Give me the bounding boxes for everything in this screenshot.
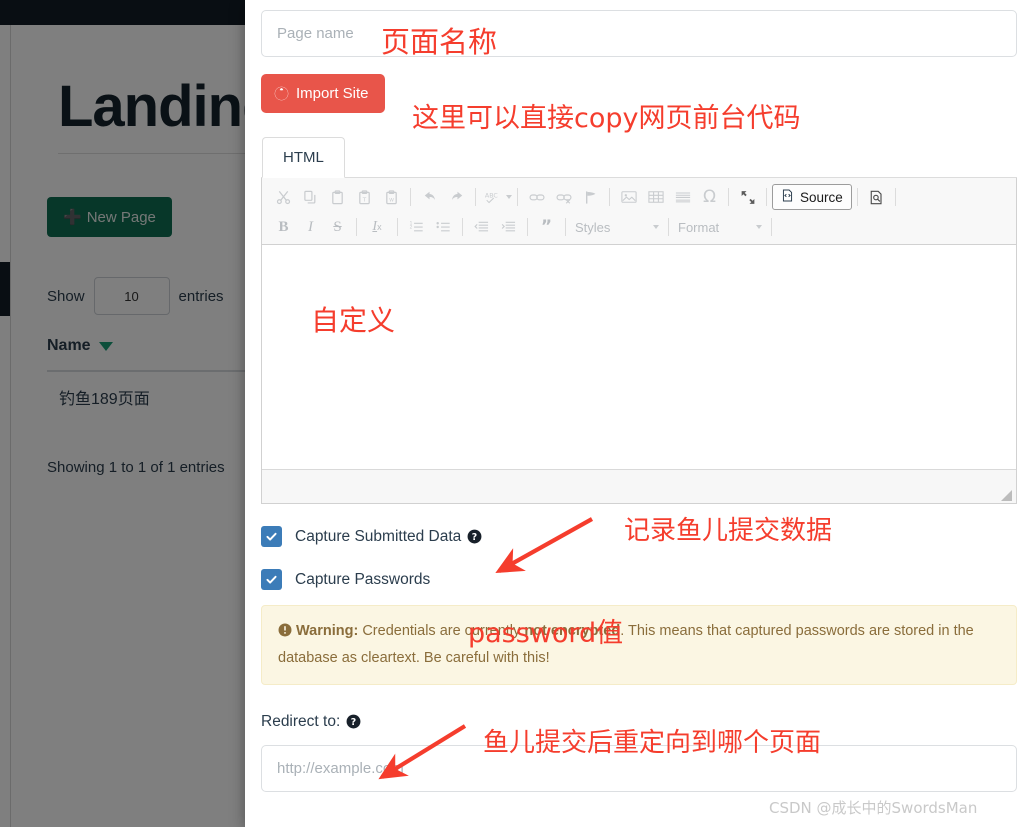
chevron-down-icon[interactable] xyxy=(506,195,512,199)
toolbar-separator xyxy=(894,188,896,206)
capture-submitted-data-checkbox[interactable] xyxy=(261,526,282,547)
remove-format-icon[interactable]: Ix xyxy=(362,214,392,240)
spellcheck-icon[interactable]: ABC xyxy=(481,184,505,210)
html-editor: T W ABC Ω Source B I S I x 1 2 ” Styles … xyxy=(261,178,1017,504)
italic-icon[interactable]: I xyxy=(297,214,324,240)
tab-html[interactable]: HTML xyxy=(262,137,345,178)
paste-text-icon[interactable]: T xyxy=(351,184,378,210)
styles-select[interactable]: Styles xyxy=(571,214,663,240)
globe-icon xyxy=(274,86,289,101)
warning-text-1: Credentials are currently xyxy=(358,623,525,639)
toolbar-separator xyxy=(397,218,398,236)
styles-select-label: Styles xyxy=(575,219,611,235)
indent-icon[interactable] xyxy=(495,214,522,240)
toolbar-separator xyxy=(766,188,767,206)
warning-banner: Warning: Credentials are currently not e… xyxy=(261,605,1017,685)
toolbar-separator xyxy=(527,218,528,236)
svg-text:T: T xyxy=(362,197,367,203)
svg-text:2: 2 xyxy=(410,225,413,231)
capture-passwords-row: Capture Passwords xyxy=(261,569,1017,590)
outdent-icon[interactable] xyxy=(468,214,495,240)
toolbar-row-1: T W ABC Ω Source xyxy=(266,182,1012,212)
blockquote-icon[interactable]: ” xyxy=(533,214,560,240)
toolbar-separator xyxy=(410,188,411,206)
svg-text:?: ? xyxy=(351,717,356,728)
source-button[interactable]: Source xyxy=(772,184,852,210)
editor-tabs: HTML T W ABC Ω Source B I S I x 1 2 ” St… xyxy=(261,137,1017,504)
horizontal-rule-icon[interactable] xyxy=(669,184,696,210)
image-icon[interactable] xyxy=(615,184,642,210)
undo-icon[interactable] xyxy=(416,184,443,210)
toolbar-row-2: B I S Ix 12 ” Styles Format xyxy=(266,212,1012,242)
svg-text:W: W xyxy=(389,197,394,203)
page-name-input[interactable] xyxy=(261,10,1017,57)
source-code-icon xyxy=(781,189,794,205)
toolbar-separator xyxy=(565,218,566,236)
capture-submitted-data-row: Capture Submitted Data ? xyxy=(261,526,1017,547)
format-select[interactable]: Format xyxy=(674,214,766,240)
chevron-down-icon xyxy=(653,225,659,229)
toolbar-separator xyxy=(668,218,669,236)
help-icon[interactable]: ? xyxy=(467,529,482,544)
editor-footer xyxy=(262,469,1016,503)
anchor-icon[interactable] xyxy=(577,184,604,210)
editor-toolbar: T W ABC Ω Source B I S I x 1 2 ” Styles … xyxy=(262,178,1016,245)
warning-icon xyxy=(278,621,292,646)
format-select-label: Format xyxy=(678,219,720,235)
redo-icon[interactable] xyxy=(443,184,470,210)
bulleted-list-icon[interactable] xyxy=(430,214,457,240)
paste-word-icon[interactable]: W xyxy=(378,184,405,210)
svg-text:?: ? xyxy=(472,532,477,543)
import-site-label: Import Site xyxy=(296,85,369,102)
special-char-icon: Ω xyxy=(703,187,716,207)
toolbar-separator xyxy=(356,218,357,236)
strikethrough-icon[interactable]: S xyxy=(324,214,351,240)
capture-passwords-label: Capture Passwords xyxy=(295,570,431,588)
warning-prefix: Warning: xyxy=(296,623,359,639)
capture-submitted-data-label: Capture Submitted Data xyxy=(295,527,462,545)
link-icon[interactable] xyxy=(523,184,550,210)
maximize-icon[interactable] xyxy=(734,184,761,210)
capture-passwords-checkbox[interactable] xyxy=(261,569,282,590)
redirect-label-row: Redirect to: ? xyxy=(261,713,1017,731)
csdn-watermark: CSDN @成长中的SwordsMan xyxy=(769,799,978,817)
svg-text:ABC: ABC xyxy=(485,192,499,199)
source-button-label: Source xyxy=(800,189,843,205)
toolbar-separator xyxy=(609,188,610,206)
bold-icon[interactable]: B xyxy=(270,214,297,240)
toolbar-separator xyxy=(475,188,476,206)
paste-icon[interactable] xyxy=(324,184,351,210)
chevron-down-icon xyxy=(756,225,762,229)
toolbar-separator xyxy=(856,188,858,206)
preview-icon[interactable] xyxy=(863,184,890,210)
modal-body: Import Site HTML xyxy=(245,0,1033,792)
cut-icon[interactable] xyxy=(270,184,297,210)
warning-emphasis: not encrypted xyxy=(524,623,621,639)
import-site-button[interactable]: Import Site xyxy=(261,74,385,113)
numbered-list-icon[interactable]: 12 xyxy=(403,214,430,240)
toolbar-separator xyxy=(771,218,772,236)
nav-tabs: HTML xyxy=(261,137,1017,178)
unlink-icon[interactable] xyxy=(550,184,577,210)
capture-submitted-data-label-wrap: Capture Submitted Data ? xyxy=(295,528,482,546)
editor-content-area[interactable] xyxy=(262,245,1016,469)
resize-handle-icon[interactable] xyxy=(1001,488,1012,501)
table-icon[interactable] xyxy=(642,184,669,210)
toolbar-separator xyxy=(517,188,518,206)
toolbar-separator xyxy=(728,188,729,206)
redirect-label: Redirect to: xyxy=(261,712,341,730)
copy-icon[interactable] xyxy=(297,184,324,210)
help-icon[interactable]: ? xyxy=(346,714,361,729)
toolbar-separator xyxy=(462,218,463,236)
landing-page-modal: Import Site HTML xyxy=(245,0,1033,827)
redirect-input[interactable] xyxy=(261,744,1017,792)
